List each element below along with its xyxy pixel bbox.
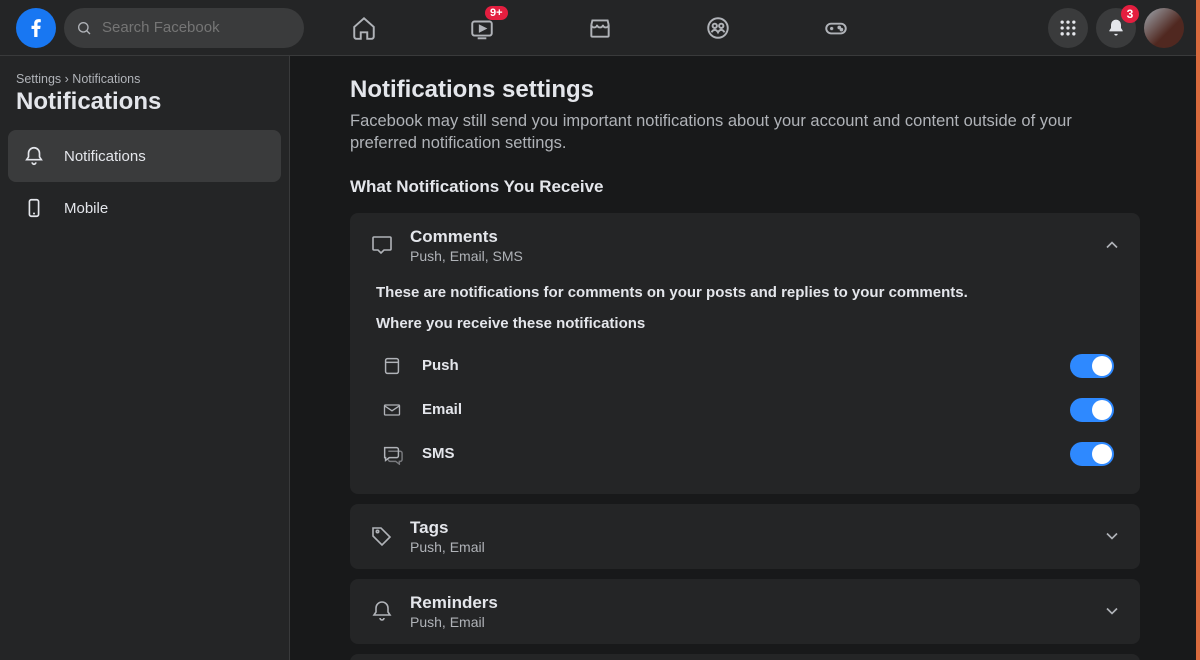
section-heading: What Notifications You Receive [350,177,1140,197]
card-sub: Push, Email [410,614,1088,630]
nav-marketplace[interactable] [545,4,655,52]
home-icon [351,15,377,41]
chevron-down-icon [1102,526,1122,546]
where-heading: Where you receive these notifications [376,315,1114,332]
main-content: Notifications settings Facebook may stil… [290,56,1200,660]
card-tags: Tags Push, Email [350,504,1140,569]
chevron-down-icon [1102,601,1122,621]
row-label: Push [422,357,1056,374]
card-comments-header[interactable]: Comments Push, Email, SMS [350,213,1140,278]
avatar[interactable] [1144,8,1184,48]
card-sub: Push, Email, SMS [410,248,1088,264]
card-reminders: Reminders Push, Email [350,579,1140,644]
card-sub: Push, Email [410,539,1088,555]
row-label: Email [422,401,1056,418]
topbar: 9+ 3 [0,0,1200,56]
bell-icon [16,138,52,174]
topbar-left [16,8,304,48]
groups-icon [705,15,731,41]
marketplace-icon [587,15,613,41]
toggle-push[interactable] [1070,354,1114,378]
sidebar-item-label: Notifications [64,148,146,165]
nav-gaming[interactable] [781,4,891,52]
toggle-sms[interactable] [1070,442,1114,466]
facebook-logo[interactable] [16,8,56,48]
facebook-icon [24,16,48,40]
search-input[interactable] [100,18,292,37]
push-icon [376,354,408,378]
search-input-wrapper[interactable] [64,8,304,48]
nav-groups[interactable] [663,4,773,52]
menu-button[interactable] [1048,8,1088,48]
card-description: These are notifications for comments on … [376,284,1114,301]
row-push: Push [376,344,1114,388]
breadcrumb-current: Notifications [72,72,140,86]
card-tags-header[interactable]: Tags Push, Email [350,504,1140,569]
sidebar-item-notifications[interactable]: Notifications [8,130,281,182]
notifications-button[interactable]: 3 [1096,8,1136,48]
row-sms: SMS [376,432,1114,476]
row-email: Email [376,388,1114,432]
sidebar-item-mobile[interactable]: Mobile [8,182,281,234]
page-title: Notifications settings [350,76,1140,104]
gaming-icon [823,15,849,41]
mobile-icon [16,190,52,226]
toggle-email[interactable] [1070,398,1114,422]
card-title: Comments [410,227,1088,247]
sidebar: Settings › Notifications Notifications N… [0,56,290,660]
search-icon [76,20,92,36]
tag-icon [368,522,396,550]
card-title: Tags [410,518,1088,538]
card-comments: Comments Push, Email, SMS These are noti… [350,213,1140,494]
watch-badge: 9+ [485,6,508,20]
sms-icon [376,442,408,466]
topbar-center-nav: 9+ [309,4,891,52]
card-title: Reminders [410,593,1088,613]
reminder-bell-icon [368,597,396,625]
topbar-right: 3 [1048,8,1184,48]
email-icon [376,398,408,422]
menu-grid-icon [1058,18,1078,38]
row-label: SMS [422,445,1056,462]
card-more-activity-header[interactable]: More Activity About You Push, SMS [350,654,1140,660]
nav-watch[interactable]: 9+ [427,4,537,52]
page-subtitle: Facebook may still send you important no… [350,110,1090,155]
card-reminders-header[interactable]: Reminders Push, Email [350,579,1140,644]
sidebar-title: Notifications [8,88,281,130]
sidebar-item-label: Mobile [64,200,108,217]
comment-icon [368,231,396,259]
nav-home[interactable] [309,4,419,52]
notifications-badge: 3 [1121,5,1139,23]
chevron-up-icon [1102,235,1122,255]
breadcrumb-settings-link[interactable]: Settings [16,72,61,86]
card-more-activity: More Activity About You Push, SMS [350,654,1140,660]
card-comments-body: These are notifications for comments on … [350,284,1140,494]
breadcrumb: Settings › Notifications [8,72,281,88]
